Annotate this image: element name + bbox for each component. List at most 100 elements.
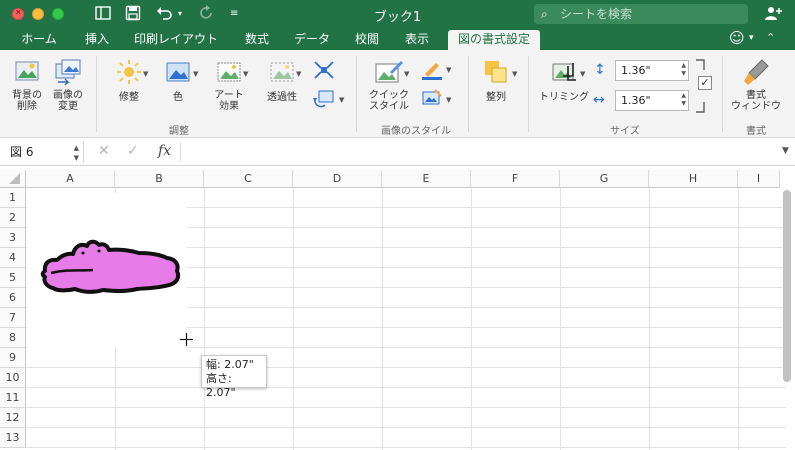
insert-function-icon[interactable]: fx [158, 143, 171, 159]
select-all-corner[interactable] [0, 170, 26, 188]
quick-styles-icon [375, 61, 403, 83]
formula-input[interactable] [186, 141, 776, 163]
crop-dropdown-icon[interactable]: ▼ [580, 70, 585, 78]
picture-effects-dropdown-icon[interactable]: ▼ [446, 96, 451, 104]
quick-styles-dropdown-icon[interactable]: ▼ [404, 70, 409, 78]
formula-bar: 図 6 ▲ ▼ ✕ ✓ fx ▼ [0, 138, 795, 166]
row-header[interactable]: 7 [0, 308, 26, 328]
row-header[interactable]: 3 [0, 228, 26, 248]
tooltip-height: 高さ: 2.07" [206, 372, 236, 399]
artistic-effects-dropdown-icon[interactable]: ▼ [243, 70, 248, 78]
ribbon-separator [96, 56, 97, 132]
row-header[interactable]: 12 [0, 408, 26, 428]
row-header[interactable]: 11 [0, 388, 26, 408]
corrections-dropdown-icon[interactable]: ▼ [143, 70, 148, 78]
tab-insert[interactable]: 挿入 [80, 30, 114, 50]
ribbon-separator [468, 56, 469, 132]
row-header[interactable]: 6 [0, 288, 26, 308]
formula-divider [180, 143, 181, 161]
quick-styles-button[interactable]: クイック スタイル [366, 58, 412, 112]
confirm-entry-icon[interactable]: ✓ [127, 143, 139, 159]
row-header[interactable]: 1 [0, 188, 26, 208]
color-dropdown-icon[interactable]: ▼ [193, 70, 198, 78]
column-header[interactable]: F [471, 170, 560, 188]
remove-background-button[interactable]: 背景の 削除 [8, 58, 46, 112]
column-header[interactable]: D [293, 170, 382, 188]
row-header[interactable]: 4 [0, 248, 26, 268]
feedback-smiley-icon[interactable]: ☺ [729, 29, 745, 47]
picture-border-dropdown-icon[interactable]: ▼ [446, 66, 451, 74]
column-header[interactable]: E [382, 170, 471, 188]
arrange-button[interactable]: 整列 [476, 58, 516, 103]
arrange-dropdown-icon[interactable]: ▼ [512, 70, 517, 78]
sun-brightness-icon [117, 60, 141, 84]
height-field[interactable]: 1.36" ▲ ▼ [615, 60, 689, 81]
column-header[interactable]: I [738, 170, 780, 188]
tooltip-width: 幅: 2.07" [206, 358, 254, 371]
search-placeholder: シートを検索 [560, 7, 633, 21]
gridline-horizontal [26, 447, 786, 448]
width-stepper[interactable]: ▲ ▼ [681, 92, 686, 108]
feedback-dropdown-icon[interactable]: ▾ [749, 33, 754, 43]
row-header[interactable]: 2 [0, 208, 26, 228]
crop-button[interactable]: トリミング [536, 58, 592, 103]
corrections-button[interactable]: 修整 [108, 58, 150, 103]
width-field[interactable]: 1.36" ▲ ▼ [615, 90, 689, 111]
row-header[interactable]: 10 [0, 368, 26, 388]
height-stepper[interactable]: ▲ ▼ [681, 62, 686, 78]
column-header[interactable]: A [26, 170, 115, 188]
ribbon-separator [528, 56, 529, 132]
collapse-ribbon-icon[interactable]: ⌃ [766, 31, 775, 44]
transparency-dropdown-icon[interactable]: ▼ [296, 70, 301, 78]
column-header[interactable]: B [115, 170, 204, 188]
gridline-horizontal [26, 407, 786, 408]
column-header[interactable]: G [560, 170, 649, 188]
sheet-search-input[interactable]: ⌕ シートを検索 [534, 4, 748, 24]
height-arrow-icon: ↕ [594, 62, 606, 78]
transparency-button[interactable]: 透過性 [260, 58, 304, 103]
artistic-effects-button[interactable]: アート 効果 [208, 58, 250, 112]
change-picture-button[interactable]: 画像の 変更 [48, 58, 88, 112]
tab-home[interactable]: ホーム [14, 30, 64, 50]
vertical-scrollbar-thumb[interactable] [783, 190, 791, 382]
name-box-stepper-icon[interactable]: ▲ ▼ [74, 141, 79, 163]
column-header[interactable]: C [204, 170, 293, 188]
group-label-adjust: 調整 [169, 126, 189, 137]
row-header[interactable]: 9 [0, 348, 26, 368]
reset-picture-icon[interactable] [313, 88, 335, 111]
format-pane-button[interactable]: 書式 ウィンドウ [730, 58, 782, 112]
row-header[interactable]: 13 [0, 428, 26, 448]
color-button[interactable]: 色 [158, 58, 198, 103]
width-arrow-icon: ↔ [593, 92, 605, 108]
group-label-format: 書式 [746, 126, 766, 137]
arrange-icon [485, 61, 507, 83]
format-brush-icon [744, 59, 769, 85]
inserted-picture[interactable] [27, 193, 187, 348]
lock-aspect-checkbox[interactable]: ✓ [698, 76, 712, 90]
tab-picture-format[interactable]: 図の書式設定 [448, 30, 540, 50]
ribbon-separator [722, 56, 723, 132]
tab-view[interactable]: 表示 [400, 30, 434, 50]
column-header[interactable]: H [649, 170, 738, 188]
share-person-icon[interactable] [764, 5, 782, 23]
gridline-horizontal [26, 387, 786, 388]
change-picture-icon [55, 59, 81, 86]
resize-crosshair-cursor-icon [180, 333, 193, 346]
row-header[interactable]: 5 [0, 268, 26, 288]
pink-creature-drawing [40, 239, 181, 294]
cancel-entry-icon[interactable]: ✕ [98, 143, 110, 159]
tab-review[interactable]: 校閲 [350, 30, 384, 50]
picture-border-icon[interactable] [421, 60, 443, 83]
compress-pictures-icon[interactable] [313, 60, 335, 83]
expand-formula-icon[interactable]: ▼ [782, 146, 789, 156]
picture-effects-icon[interactable] [421, 88, 443, 111]
row-header[interactable]: 8 [0, 328, 26, 348]
picture-color-icon [166, 62, 190, 82]
name-box[interactable]: 図 6 ▲ ▼ [4, 141, 84, 163]
ribbon-separator [356, 56, 357, 132]
remove-background-icon [15, 61, 39, 81]
tab-formulas[interactable]: 数式 [240, 30, 274, 50]
tab-data[interactable]: データ [290, 30, 334, 50]
reset-picture-dropdown-icon[interactable]: ▼ [339, 96, 344, 104]
tab-page-layout[interactable]: 印刷レイアウト [130, 30, 222, 50]
